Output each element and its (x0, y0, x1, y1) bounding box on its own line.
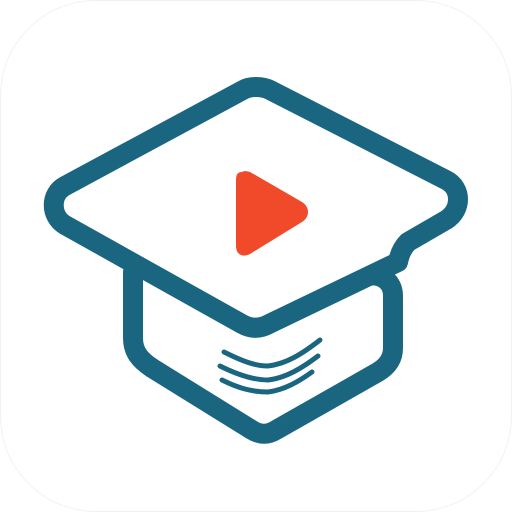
graduation-cap-play-icon (43, 77, 468, 444)
app-icon-tile[interactable] (0, 0, 512, 512)
